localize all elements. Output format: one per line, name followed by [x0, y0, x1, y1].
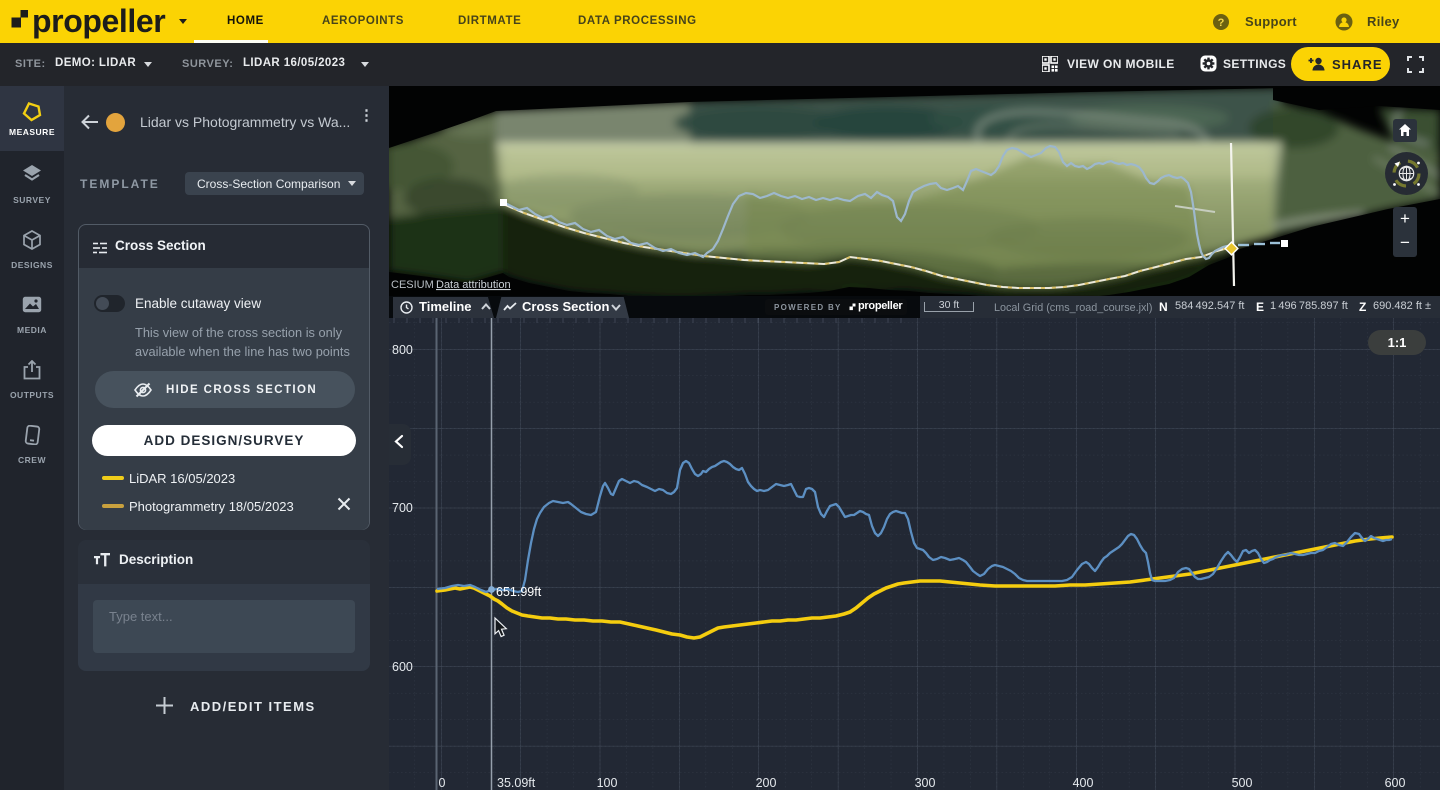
svg-text:600: 600 [1385, 776, 1406, 790]
svg-text:400: 400 [1073, 776, 1094, 790]
svg-text:1:1: 1:1 [1388, 335, 1407, 350]
svg-text:500: 500 [1232, 776, 1253, 790]
svg-text:300: 300 [915, 776, 936, 790]
svg-text:200: 200 [756, 776, 777, 790]
svg-text:CESIUM: CESIUM [391, 279, 434, 291]
svg-text:800: 800 [392, 343, 413, 357]
svg-text:100: 100 [597, 776, 618, 790]
svg-text:700: 700 [392, 501, 413, 515]
svg-text:Data attribution: Data attribution [436, 279, 511, 291]
svg-text:600: 600 [392, 660, 413, 674]
svg-text:35.09ft: 35.09ft [497, 776, 536, 790]
svg-text:0: 0 [439, 776, 446, 790]
svg-text:?: ? [1218, 17, 1225, 29]
svg-text:651.99ft: 651.99ft [496, 585, 542, 599]
